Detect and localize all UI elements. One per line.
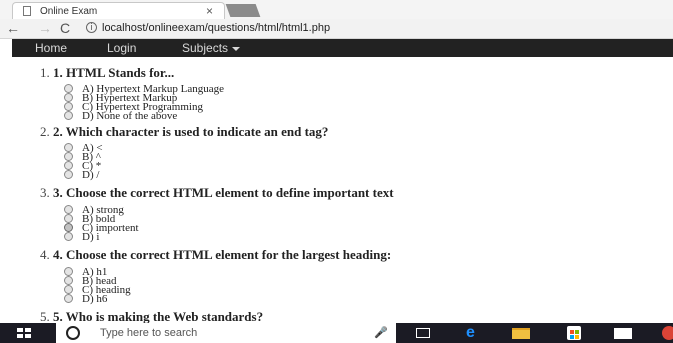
url-field[interactable]: localhost/onlineexam/questions/html/html… <box>102 22 330 34</box>
info-icon[interactable]: i <box>86 22 97 33</box>
nav-login-link[interactable]: Login <box>107 41 136 55</box>
taskbar-search-box[interactable]: Type here to search 🎤 <box>56 323 396 343</box>
answer-option[interactable]: D) None of the above <box>64 111 177 122</box>
task-view-icon[interactable] <box>416 328 430 338</box>
radio-button[interactable] <box>64 161 73 170</box>
radio-button[interactable] <box>64 285 73 294</box>
radio-button-checked[interactable] <box>64 223 73 232</box>
close-icon[interactable]: × <box>206 4 213 18</box>
radio-button[interactable] <box>64 102 73 111</box>
search-placeholder: Type here to search <box>100 327 198 339</box>
question-title: 4. 4. Choose the correct HTML element fo… <box>40 247 392 262</box>
question-title: 1. 1. HTML Stands for... <box>40 65 175 80</box>
nav-subjects-dropdown[interactable]: Subjects <box>182 41 241 55</box>
radio-button[interactable] <box>64 267 73 276</box>
radio-button[interactable] <box>64 205 73 214</box>
reload-icon[interactable]: C <box>60 20 70 36</box>
new-tab-button[interactable] <box>225 4 261 17</box>
radio-button[interactable] <box>64 152 73 161</box>
radio-button[interactable] <box>64 214 73 223</box>
nav-subjects-label: Subjects <box>182 41 229 55</box>
windows-taskbar: Type here to search 🎤 e <box>0 323 673 343</box>
microphone-icon[interactable]: 🎤 <box>374 326 388 339</box>
question-title: 3. 3. Choose the correct HTML element to… <box>40 185 394 200</box>
answer-option[interactable]: D) h6 <box>64 294 107 305</box>
tab-title: Online Exam <box>40 6 98 17</box>
answer-option[interactable]: D) i <box>64 232 99 243</box>
radio-button[interactable] <box>64 84 73 93</box>
radio-button[interactable] <box>64 232 73 241</box>
caret-down-icon <box>232 46 241 51</box>
radio-button[interactable] <box>64 276 73 285</box>
radio-button[interactable] <box>64 111 73 120</box>
nav-home-link[interactable]: Home <box>35 41 67 55</box>
answer-option[interactable]: D) / <box>64 170 99 181</box>
edge-browser-icon[interactable]: e <box>466 324 475 342</box>
back-arrow-icon[interactable]: ← <box>6 20 20 36</box>
radio-button[interactable] <box>64 294 73 303</box>
radio-button[interactable] <box>64 143 73 152</box>
question-title: 2. 2. Which character is used to indicat… <box>40 124 329 139</box>
windows-start-icon[interactable] <box>17 328 31 338</box>
radio-button[interactable] <box>64 170 73 179</box>
file-explorer-icon[interactable] <box>512 328 530 339</box>
forward-arrow-icon[interactable]: → <box>38 20 52 36</box>
store-icon[interactable] <box>567 326 581 340</box>
cortana-icon <box>66 326 80 340</box>
mail-icon[interactable] <box>614 328 632 339</box>
site-navbar: Home Login Subjects <box>12 39 673 57</box>
browser-tab-strip: Online Exam × <box>0 0 673 19</box>
page-icon <box>23 6 31 16</box>
browser-tab[interactable]: Online Exam × <box>12 2 225 19</box>
address-bar: ← → C i localhost/onlineexam/questions/h… <box>0 19 673 39</box>
radio-button[interactable] <box>64 93 73 102</box>
chrome-icon[interactable] <box>662 326 673 340</box>
